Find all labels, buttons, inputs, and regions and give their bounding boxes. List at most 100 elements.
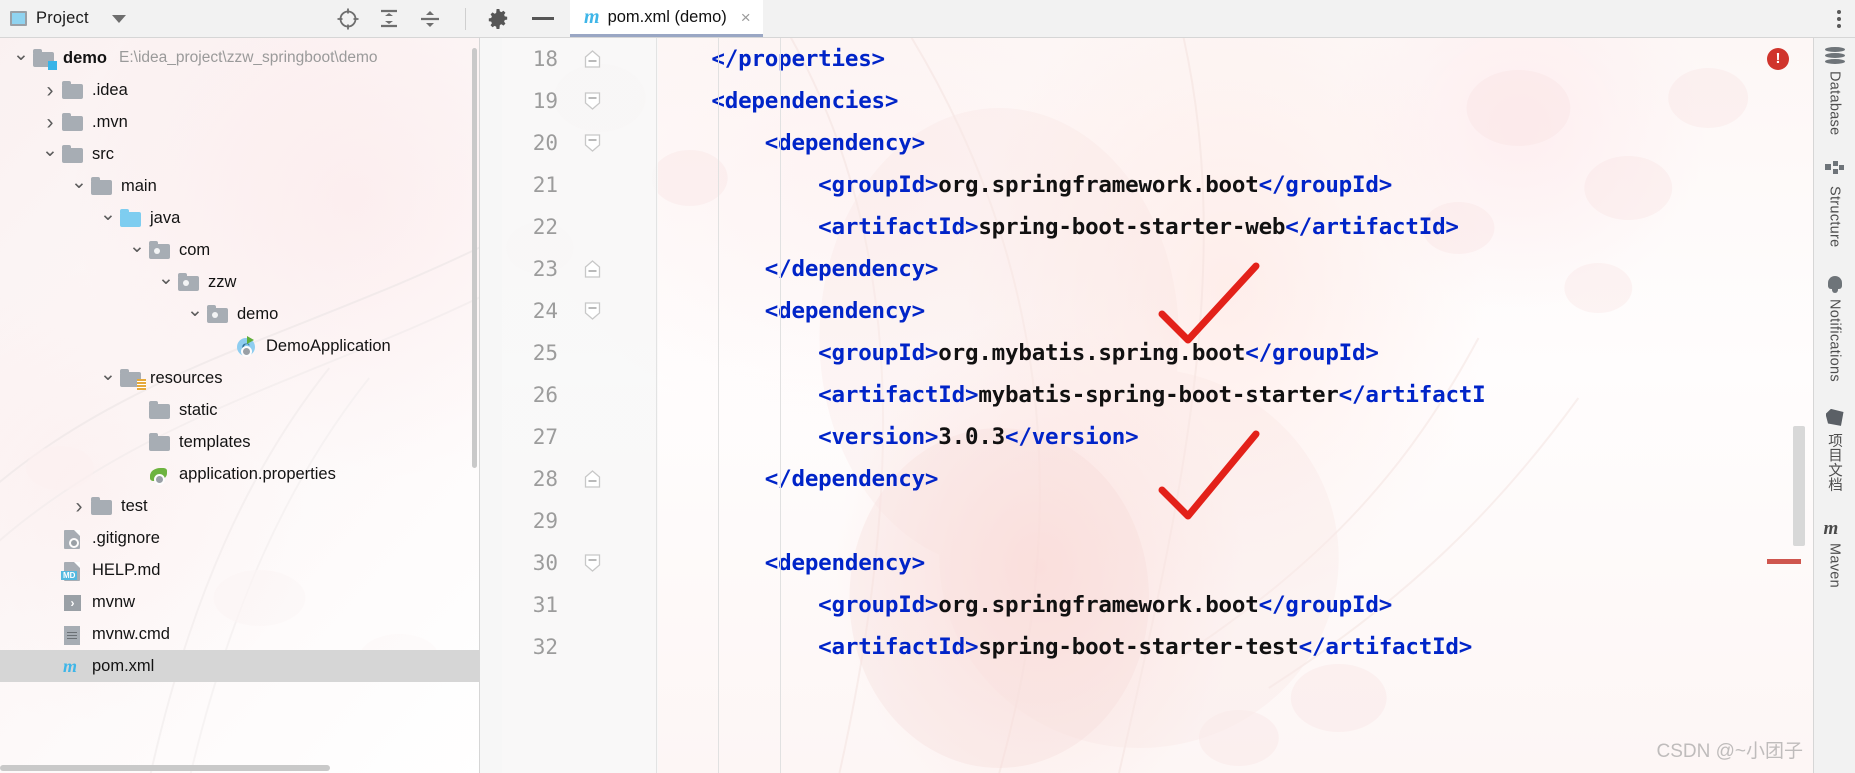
chevron-down-icon[interactable] [155, 273, 177, 292]
expand-all-icon[interactable] [377, 7, 401, 31]
maven-file-icon: m [584, 5, 600, 28]
markdown-file-icon: MD [61, 560, 85, 581]
tree-item-idea[interactable]: .idea [0, 74, 479, 106]
tree-item-help-md[interactable]: MD HELP.md [0, 554, 479, 586]
chevron-down-icon[interactable] [111, 14, 126, 23]
gear-icon[interactable] [486, 7, 510, 31]
rail-item-maven[interactable]: m Maven [1824, 518, 1846, 588]
tree-item-demo[interactable]: demo [0, 298, 479, 330]
gutter-row[interactable]: 30 [480, 542, 658, 584]
gutter-row[interactable]: 28 [480, 458, 658, 500]
gutter-row[interactable]: 21 [480, 164, 658, 206]
gutter-row[interactable]: 22 [480, 206, 658, 248]
chevron-down-icon[interactable] [184, 305, 206, 324]
right-tool-rail: Database Structure Notifications 项目文档 m … [1813, 38, 1855, 773]
chevron-right-icon[interactable] [68, 496, 90, 517]
fold-start-icon[interactable] [584, 554, 601, 573]
error-stripe-marker[interactable] [1767, 559, 1801, 564]
gutter-row[interactable]: 31 [480, 584, 658, 626]
gutter-row[interactable]: 20 [480, 122, 658, 164]
gutter-row[interactable]: 24 [480, 290, 658, 332]
code-line[interactable]: </properties> [658, 38, 1813, 80]
fold-end-icon[interactable] [584, 50, 601, 69]
tree-item-com[interactable]: com [0, 234, 479, 266]
code-editor[interactable]: 18 19 20 21 22 23 24 25 26 27 28 29 30 31 32 </propert… [480, 38, 1813, 773]
project-tree[interactable]: demo E:\idea_project\zzw_springboot\demo.… [0, 38, 479, 682]
code-line[interactable]: </dependency> [658, 248, 1813, 290]
code-line[interactable]: <version>3.0.3</version> [658, 416, 1813, 458]
tree-item-label: java [150, 208, 181, 227]
rail-item-database[interactable]: Database [1824, 46, 1846, 135]
tree-item-gitignore[interactable]: .gitignore [0, 522, 479, 554]
collapse-all-icon[interactable] [418, 7, 442, 31]
tree-item-main[interactable]: main [0, 170, 479, 202]
close-icon[interactable]: × [741, 9, 751, 26]
tree-item-mvn[interactable]: .mvn [0, 106, 479, 138]
gutter-row[interactable]: 23 [480, 248, 658, 290]
code-line[interactable]: <dependencies> [658, 80, 1813, 122]
fold-end-icon[interactable] [584, 260, 601, 279]
tree-item-demo[interactable]: demo E:\idea_project\zzw_springboot\demo [0, 42, 479, 74]
tree-item-label: main [121, 176, 157, 195]
chevron-down-icon[interactable] [97, 209, 119, 228]
select-opened-file-icon[interactable] [336, 7, 360, 31]
tab-pom-xml[interactable]: m pom.xml (demo) × [570, 0, 763, 37]
code-line[interactable]: <groupId>org.mybatis.spring.boot</groupI… [658, 332, 1813, 374]
code-line[interactable]: </dependency> [658, 458, 1813, 500]
fold-start-icon[interactable] [584, 92, 601, 111]
tree-item-static[interactable]: static [0, 394, 479, 426]
chevron-down-icon[interactable] [10, 49, 32, 68]
chevron-down-icon[interactable] [97, 369, 119, 388]
gutter-row[interactable]: 29 [480, 500, 658, 542]
fold-start-icon[interactable] [584, 302, 601, 321]
tree-item-java[interactable]: java [0, 202, 479, 234]
tree-item-application-properties[interactable]: application.properties [0, 458, 479, 490]
tree-item-test[interactable]: test [0, 490, 479, 522]
rail-item-structure[interactable]: Structure [1824, 161, 1846, 248]
gutter-row[interactable]: 32 [480, 626, 658, 668]
code-line[interactable]: <artifactId>spring-boot-starter-test</ar… [658, 626, 1813, 668]
code-line[interactable] [658, 500, 1813, 542]
tree-item-templates[interactable]: templates [0, 426, 479, 458]
tree-item-demoapplication[interactable]: C DemoApplication [0, 330, 479, 362]
tree-horizontal-scrollbar[interactable] [0, 764, 479, 773]
code-line[interactable]: <dependency> [658, 290, 1813, 332]
code-line[interactable]: <dependency> [658, 542, 1813, 584]
chevron-down-icon[interactable] [68, 177, 90, 196]
tree-vertical-scrollbar[interactable] [471, 38, 478, 773]
error-status-badge[interactable]: ! [1767, 48, 1789, 70]
line-number: 24 [532, 299, 558, 323]
tree-item-zzw[interactable]: zzw [0, 266, 479, 298]
chevron-down-icon[interactable] [39, 145, 61, 164]
fold-start-icon[interactable] [584, 134, 601, 153]
tree-item-src[interactable]: src [0, 138, 479, 170]
hide-window-icon[interactable] [532, 17, 554, 20]
code-line[interactable]: <groupId>org.springframework.boot</group… [658, 584, 1813, 626]
line-number: 23 [532, 257, 558, 281]
code-line[interactable]: <dependency> [658, 122, 1813, 164]
gutter-row[interactable]: 27 [480, 416, 658, 458]
rail-item-project-doc[interactable]: 项目文档 [1824, 408, 1846, 492]
tree-item-resources[interactable]: resources [0, 362, 479, 394]
chevron-right-icon[interactable] [39, 80, 61, 101]
project-tool-title-group[interactable]: Project [10, 9, 126, 28]
editor-gutter[interactable]: 18 19 20 21 22 23 24 25 26 27 28 29 30 31 32 [480, 38, 658, 773]
editor-vertical-scrollbar[interactable] [1793, 426, 1805, 546]
fold-end-icon[interactable] [584, 470, 601, 489]
code-line[interactable]: <groupId>org.springframework.boot</group… [658, 164, 1813, 206]
tree-item-mvnw-cmd[interactable]: mvnw.cmd [0, 618, 479, 650]
code-line[interactable]: <artifactId>mybatis-spring-boot-starter<… [658, 374, 1813, 416]
rail-item-notifications[interactable]: Notifications [1824, 274, 1846, 382]
code-line[interactable]: <artifactId>spring-boot-starter-web</art… [658, 206, 1813, 248]
gutter-row[interactable]: 25 [480, 332, 658, 374]
gutter-row[interactable]: 26 [480, 374, 658, 416]
code-content-area[interactable]: </properties> <dependencies> <dependency… [658, 38, 1813, 773]
chevron-right-icon[interactable] [39, 112, 61, 133]
tree-item-pom-xml[interactable]: m pom.xml [0, 650, 479, 682]
chevron-down-icon[interactable] [126, 241, 148, 260]
gutter-row[interactable]: 19 [480, 80, 658, 122]
more-options-icon[interactable] [1837, 9, 1841, 28]
gutter-row[interactable]: 18 [480, 38, 658, 80]
tree-item-label: demo [63, 48, 108, 67]
tree-item-mvnw[interactable]: › mvnw [0, 586, 479, 618]
